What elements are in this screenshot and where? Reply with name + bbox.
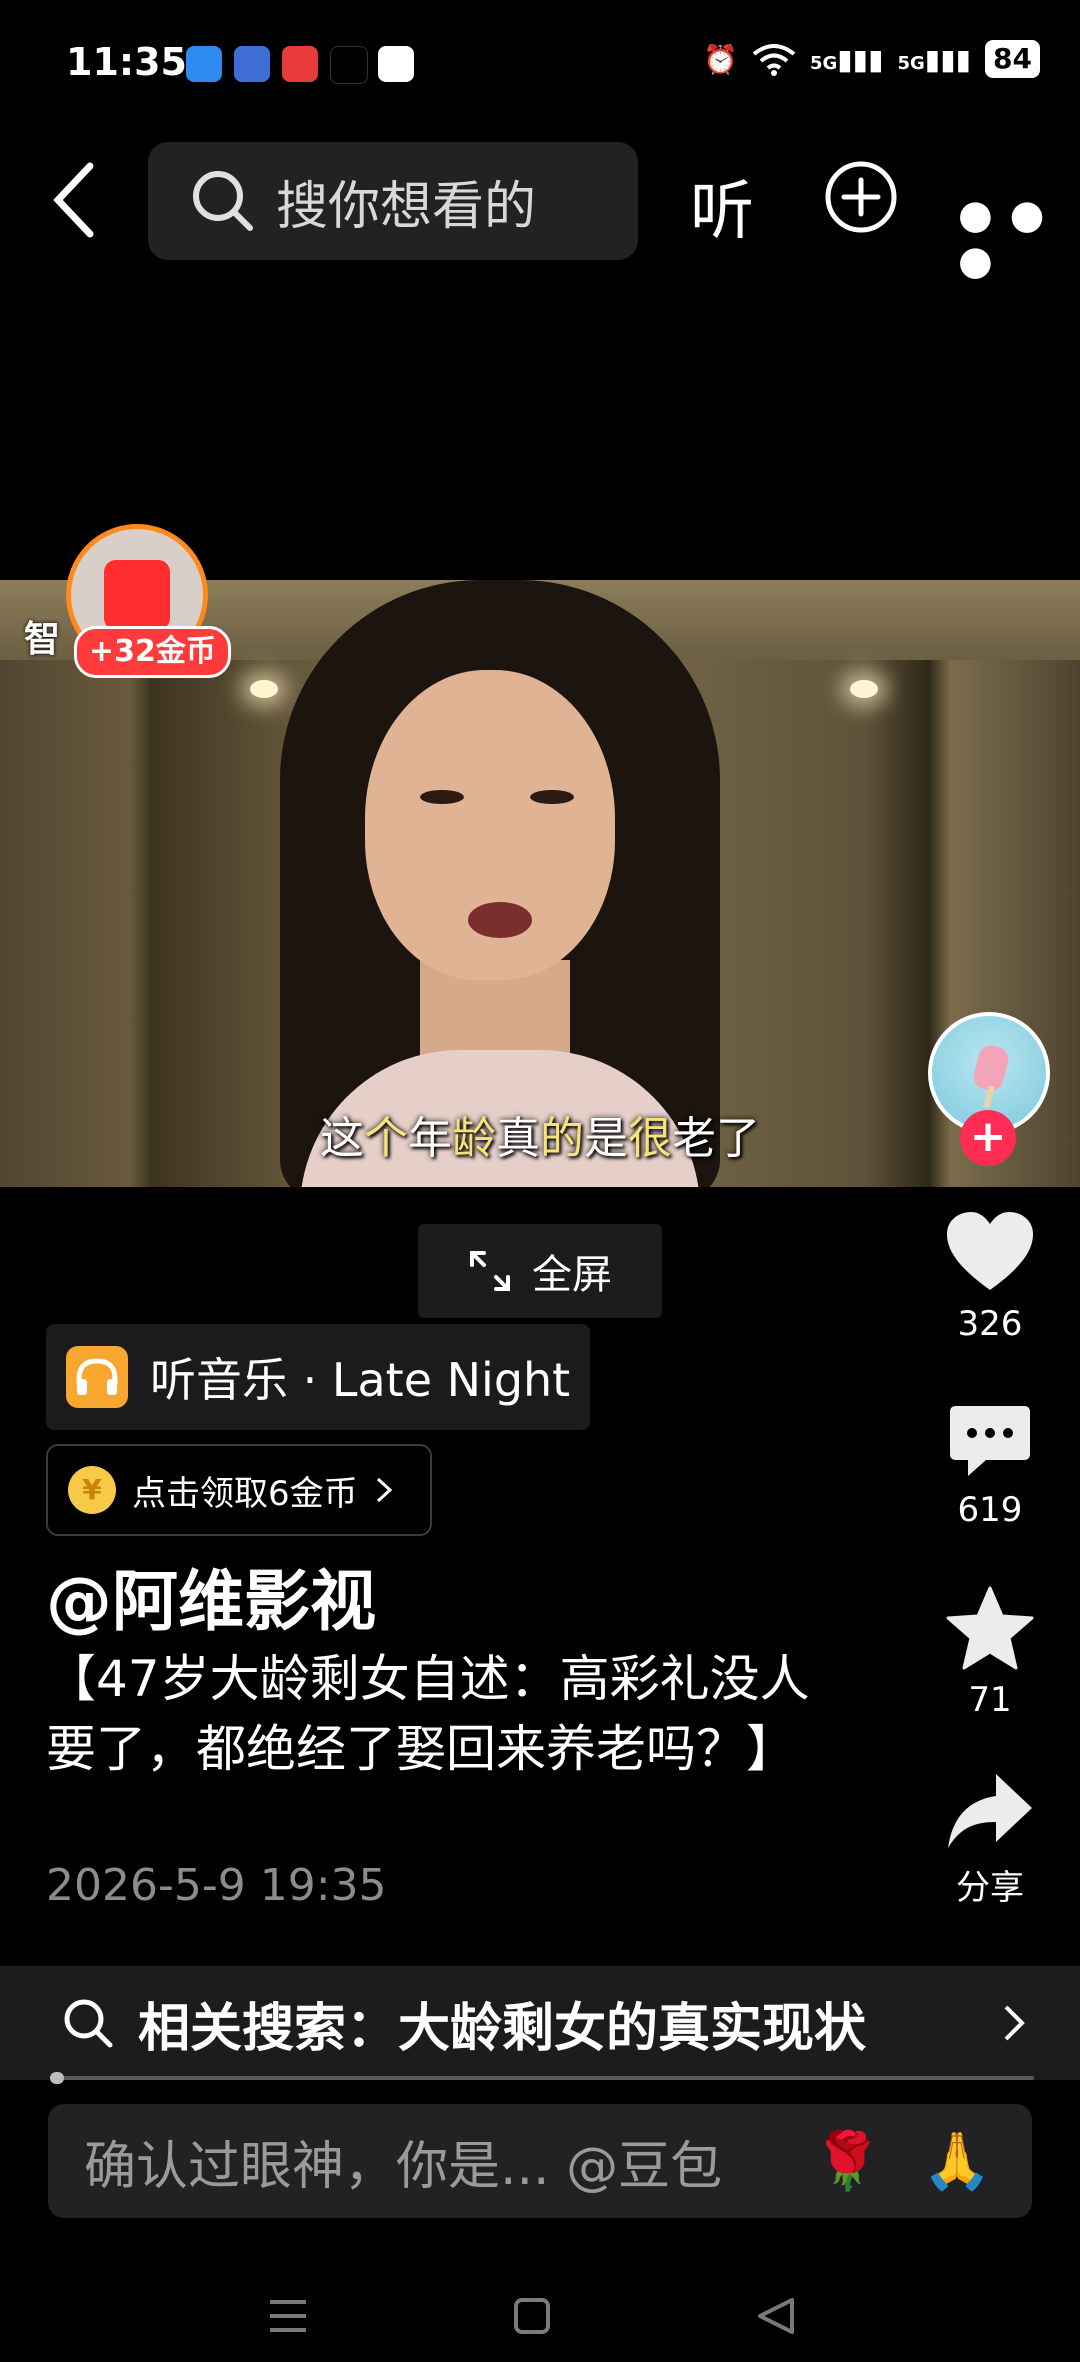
- alarm-icon: ⏰: [703, 42, 738, 76]
- video-subtitle: 这个年龄真的是很老了: [320, 1113, 760, 1164]
- favorite-count: 71: [968, 1680, 1012, 1720]
- red-packet-icon: [104, 560, 170, 630]
- person-eye-left: [420, 790, 464, 804]
- menu-icon[interactable]: [268, 2296, 308, 2336]
- comment-input[interactable]: 确认过眼神，你是... @豆包 🌹 🙏: [48, 2104, 1032, 2218]
- signal-icon-2: 5G▮▮▮: [897, 42, 972, 76]
- listen-mode-button[interactable]: 听: [690, 160, 754, 252]
- comment-button[interactable]: 619: [930, 1404, 1050, 1530]
- chevron-left-icon: [53, 162, 94, 238]
- fullscreen-label: 全屏: [532, 1252, 612, 1298]
- news-app-icon: [234, 46, 270, 82]
- chevron-right-icon: [1004, 2005, 1025, 2041]
- music-chip-label: 听音乐 · Late Night: [150, 1353, 571, 1407]
- status-right-group: ⏰ 5G▮▮▮ 5G▮▮▮ 84: [703, 40, 1040, 78]
- home-icon[interactable]: [512, 2296, 552, 2336]
- post-date: 2026-5-9 19:35: [46, 1860, 387, 1911]
- like-button[interactable]: 326: [930, 1210, 1050, 1344]
- browser-app-icon: [186, 46, 222, 82]
- system-nav-bar: [0, 2250, 1080, 2362]
- signal-icon-1: 5G▮▮▮: [809, 42, 884, 76]
- coin-reward-label: 点击领取6金币: [132, 1473, 358, 1514]
- pray-emoji-button[interactable]: 🙏: [922, 2128, 992, 2194]
- post-title: 【47岁大龄剩女自述：高彩礼没人要了，都绝经了娶回来养老吗？】: [46, 1650, 810, 1778]
- search-icon: [64, 1999, 113, 2048]
- wifi-icon: [752, 44, 796, 76]
- fullscreen-button[interactable]: 全屏: [418, 1224, 662, 1318]
- related-search-bar[interactable]: 相关搜索：大龄剩女的真实现状: [0, 1966, 1080, 2080]
- person-eye-right: [530, 790, 574, 804]
- back-button[interactable]: [50, 160, 110, 240]
- coin-icon: ¥: [68, 1466, 116, 1514]
- search-input[interactable]: 搜你想看的: [148, 142, 638, 260]
- headphones-icon: [66, 1346, 128, 1408]
- coin-reward-chip[interactable]: ¥ 点击领取6金币: [46, 1444, 432, 1536]
- search-placeholder: 搜你想看的: [276, 176, 537, 237]
- comment-placeholder: 确认过眼神，你是... @豆包: [84, 2136, 723, 2197]
- comment-count: 619: [957, 1490, 1023, 1530]
- person-mouth: [468, 902, 532, 938]
- search-icon: [193, 171, 253, 231]
- star-icon: [946, 1586, 1034, 1670]
- share-arrow-icon: [948, 1774, 1032, 1848]
- toutiao-app-icon: [282, 46, 318, 82]
- more-button[interactable]: ● ● ●: [958, 192, 1080, 284]
- tiktok-app-icon: [330, 46, 368, 84]
- expand-icon: [470, 1251, 510, 1291]
- related-search-label: 相关搜索：大龄剩女的真实现状: [138, 1998, 867, 2059]
- battery-indicator: 84: [985, 40, 1040, 78]
- cloud-app-icon: [378, 46, 414, 82]
- back-triangle-icon[interactable]: [756, 2296, 796, 2336]
- like-count: 326: [957, 1304, 1023, 1344]
- rose-emoji-button[interactable]: 🌹: [813, 2128, 883, 2194]
- video-progress-handle[interactable]: [50, 2072, 64, 2084]
- more-dots-icon: ● ● ●: [958, 192, 1047, 284]
- plus-circle-icon: [825, 161, 897, 233]
- video-progress-track[interactable]: [50, 2076, 1034, 2080]
- author-name[interactable]: @阿维影视: [46, 1548, 376, 1644]
- share-button[interactable]: 分享: [930, 1772, 1050, 1909]
- ceiling-lamp: [250, 680, 278, 698]
- coin-badge-label: 智: [24, 619, 61, 660]
- share-label: 分享: [956, 1868, 1024, 1908]
- follow-button[interactable]: +: [960, 1110, 1016, 1166]
- add-button[interactable]: [824, 160, 898, 234]
- status-time: 11:35: [66, 40, 187, 84]
- comment-icon: [950, 1406, 1030, 1476]
- coin-reward-pill: +32金币: [74, 626, 231, 678]
- heart-icon: [947, 1212, 1033, 1290]
- favorite-button[interactable]: 71: [930, 1586, 1050, 1720]
- ceiling-lamp: [850, 680, 878, 698]
- music-chip[interactable]: 听音乐 · Late Night: [46, 1324, 591, 1430]
- chevron-right-icon: [376, 1477, 392, 1503]
